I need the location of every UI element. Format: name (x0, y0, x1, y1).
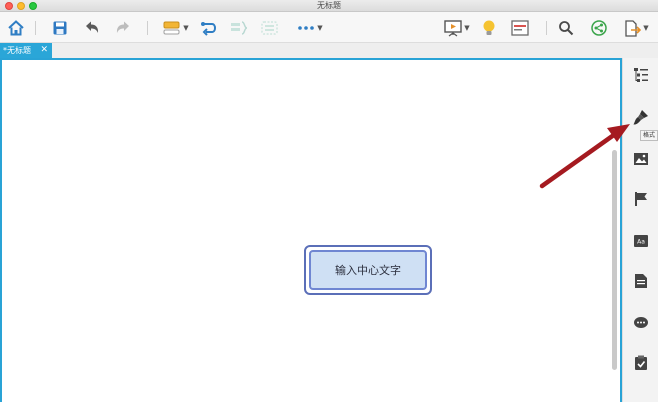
search-icon[interactable] (556, 17, 576, 39)
text-style-icon[interactable]: Aa (632, 232, 650, 250)
boundary-icon[interactable] (259, 17, 281, 39)
save-icon[interactable] (50, 17, 70, 39)
right-sidebar: Aa (622, 58, 658, 402)
chevron-down-icon: ▼ (317, 23, 323, 32)
tab-label: *无标题 (3, 46, 31, 55)
outline-view-icon[interactable] (509, 17, 531, 39)
svg-text:Aa: Aa (637, 239, 645, 246)
central-topic[interactable]: 输入中心文字 (304, 245, 432, 295)
tab-strip: *无标题 ✕ (0, 43, 658, 58)
central-topic-label: 输入中心文字 (309, 250, 427, 290)
redo-icon[interactable] (113, 17, 133, 39)
idea-icon[interactable] (479, 17, 499, 39)
toolbar-separator (147, 21, 148, 35)
toolbar-separator (546, 21, 547, 35)
app-window: 无标题 ▼ ▼ ▼ ▼ *无标题 ✕ 输入中心文字 Aa 格式 (0, 0, 658, 402)
topic-style-icon[interactable]: ▼ (160, 17, 192, 39)
comment-icon[interactable] (632, 314, 650, 332)
chevron-down-icon: ▼ (183, 23, 189, 32)
chevron-down-icon: ▼ (643, 23, 649, 32)
chevron-down-icon: ▼ (464, 23, 470, 32)
notes-icon[interactable] (632, 272, 650, 290)
task-icon[interactable] (632, 354, 650, 372)
close-icon[interactable]: ✕ (40, 43, 48, 58)
outline-icon[interactable] (632, 66, 650, 84)
image-icon[interactable] (632, 150, 650, 168)
format-tooltip: 格式 (640, 130, 658, 141)
flag-icon[interactable] (632, 190, 650, 208)
export-icon[interactable]: ▼ (618, 17, 654, 39)
undo-icon[interactable] (82, 17, 102, 39)
tab-untitled[interactable]: *无标题 ✕ (0, 43, 52, 58)
title-bar: 无标题 (0, 0, 658, 12)
share-icon[interactable] (588, 17, 610, 39)
vertical-scrollbar[interactable] (612, 150, 617, 370)
home-icon[interactable] (5, 17, 27, 39)
more-icon[interactable]: ▼ (295, 17, 325, 39)
relationship-icon[interactable] (199, 17, 219, 39)
window-title: 无标题 (317, 1, 341, 10)
mind-map-canvas[interactable] (0, 58, 622, 402)
toolbar-separator (35, 21, 36, 35)
toolbar: ▼ ▼ ▼ ▼ (0, 12, 658, 43)
summary-icon[interactable] (229, 17, 251, 39)
format-brush-icon[interactable] (632, 108, 650, 126)
presentation-icon[interactable]: ▼ (441, 17, 473, 39)
